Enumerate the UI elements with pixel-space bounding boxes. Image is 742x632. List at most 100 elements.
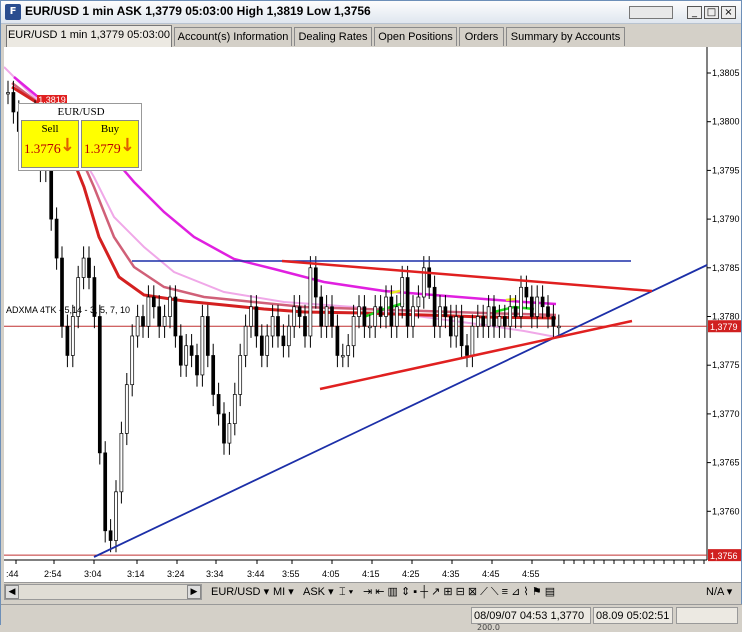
candle-body (513, 306, 518, 317)
candle-body (238, 355, 243, 395)
maximize-button[interactable]: □ (704, 6, 719, 19)
candle-body (103, 452, 108, 532)
time-scrollbar[interactable]: ◀ ▶ (4, 584, 202, 600)
candle-body (362, 306, 367, 327)
candle-body (200, 316, 205, 376)
price-tick-label: 1,3790 (712, 214, 740, 224)
sell-label: Sell (41, 123, 59, 135)
candle-body (195, 355, 199, 376)
time-axis: :44 2:54 3:04 3:14 3:24 3:34 3:44 3:55 4:05 4:15 4… (6, 560, 705, 579)
time-tick-label: 3:14 (127, 569, 145, 579)
candle-body (119, 433, 124, 493)
ascending-triangle-line (319, 319, 633, 391)
scroll-right-icon[interactable]: ▶ (187, 585, 201, 599)
candle-body (330, 306, 334, 327)
candle-body (308, 267, 313, 337)
candle-body (216, 394, 221, 415)
candle-body (114, 491, 118, 541)
timeframe-select[interactable]: MI ▾ (273, 584, 294, 600)
buy-button[interactable]: Buy 1.3779 ↓ (81, 120, 139, 168)
candle-body (11, 92, 16, 113)
time-tick-label: 2:54 (44, 569, 62, 579)
low-price-label: 1,3756 (710, 551, 738, 561)
tab-summary-by-accounts[interactable]: Summary by Accounts (506, 27, 625, 46)
candle-body (173, 296, 178, 337)
candle-body (351, 316, 356, 347)
candle-type-icon[interactable]: ⌶ ▾ (339, 584, 353, 600)
candle-body (443, 306, 448, 317)
tab-accounts-information[interactable]: Account(s) Information (174, 27, 292, 46)
candle-body (529, 296, 534, 317)
candle-body (378, 306, 383, 317)
candle-body (454, 316, 459, 337)
candle-body (556, 325, 561, 329)
candle-body (87, 257, 91, 278)
price-type-select[interactable]: ASK ▾ (303, 584, 334, 600)
candle-body (254, 306, 259, 337)
candle-body (384, 296, 388, 317)
price-tick-label: 1,3760 (712, 506, 740, 516)
candle-body (297, 306, 302, 317)
candle-body (400, 277, 405, 308)
candle-body (459, 316, 464, 347)
candle-body (232, 394, 237, 424)
candle-body (157, 306, 162, 327)
ma-yellow (505, 297, 517, 302)
time-tick-label: 4:45 (482, 569, 500, 579)
candle-body (249, 306, 253, 327)
time-tick-label: 3:34 (206, 569, 224, 579)
current-price-label: 1,3779 (710, 322, 738, 332)
candle-body (411, 306, 415, 327)
time-tick-label: 3:55 (282, 569, 300, 579)
ascending-support-line (93, 264, 708, 558)
time-tick-label: 4:15 (362, 569, 380, 579)
candle-body (438, 306, 442, 327)
candle-body (524, 286, 529, 298)
price-tick-label: 1,3795 (712, 165, 740, 175)
candle-body (502, 316, 507, 327)
scroll-left-icon[interactable]: ◀ (5, 585, 19, 599)
candle-body (243, 325, 248, 356)
buy-price: 1.3779 (84, 141, 121, 157)
candle-body (492, 306, 496, 327)
down-arrow-icon: ↓ (59, 135, 75, 156)
candle-body (432, 286, 437, 327)
tool-icons[interactable]: ⇥ ⇤ ▥ ⇕ ▪ ┼ ↗ ⊞ ⊟ ⊠ ⟋ ⟍ ≡ ⊿ ⌇ ⚑ ▤ (363, 584, 555, 600)
quote-panel[interactable]: EUR/USD Sell 1.3776 ↓ Buy 1.3779 ↓ (18, 103, 142, 171)
window-title: EUR/USD 1 min ASK 1,3779 05:03:00 High 1… (25, 4, 371, 18)
time-tick-label: 4:55 (522, 569, 540, 579)
na-select[interactable]: N/A ▾ (706, 584, 732, 600)
title-bar[interactable]: F EUR/USD 1 min ASK 1,3779 05:03:00 High… (1, 1, 741, 24)
tab-dealing-rates[interactable]: Dealing Rates (294, 27, 372, 46)
candle-body (162, 316, 167, 327)
candle-body (481, 316, 486, 327)
price-tick-label: 1,3805 (712, 68, 740, 78)
candle-body (222, 413, 226, 444)
price-tick-label: 1,3765 (712, 458, 740, 468)
candle-body (340, 355, 345, 358)
minimize-button[interactable]: _ (687, 6, 702, 19)
candle-body (65, 325, 70, 356)
candle-body (319, 296, 324, 327)
indicator-label: ADXMA 4TK - 5,14 - 3, 5, 7, 10 (6, 305, 130, 315)
candle-body (324, 306, 329, 327)
chart-area[interactable]: 1,3805 1,3800 1,3795 1,3790 1,3785 1,3780 1,37… (3, 47, 741, 582)
price-tick-label: 1,3770 (712, 409, 740, 419)
candle-body (486, 306, 491, 327)
tab-open-positions[interactable]: Open Positions (374, 27, 457, 46)
candle-body (497, 316, 502, 327)
quote-pair: EUR/USD (57, 106, 105, 118)
candle-body (346, 345, 351, 356)
sell-button[interactable]: Sell 1.3776 ↓ (21, 120, 79, 168)
candle-body (448, 316, 453, 337)
tab-chart[interactable]: EUR/USD 1 min 1,3779 05:03:00 (6, 25, 172, 47)
app-icon: F (5, 4, 21, 20)
close-button[interactable]: × (721, 6, 736, 19)
candle-body (276, 316, 280, 337)
price-tick-label: 1,3780 (712, 312, 740, 322)
cursor-readout: 08/09/07 04:53 1,3770 (471, 607, 591, 624)
symbol-select[interactable]: EUR/USD ▾ (211, 584, 269, 600)
tab-orders[interactable]: Orders (459, 27, 504, 46)
status-extra (676, 607, 738, 624)
chart-window: F EUR/USD 1 min ASK 1,3779 05:03:00 High… (0, 0, 742, 632)
